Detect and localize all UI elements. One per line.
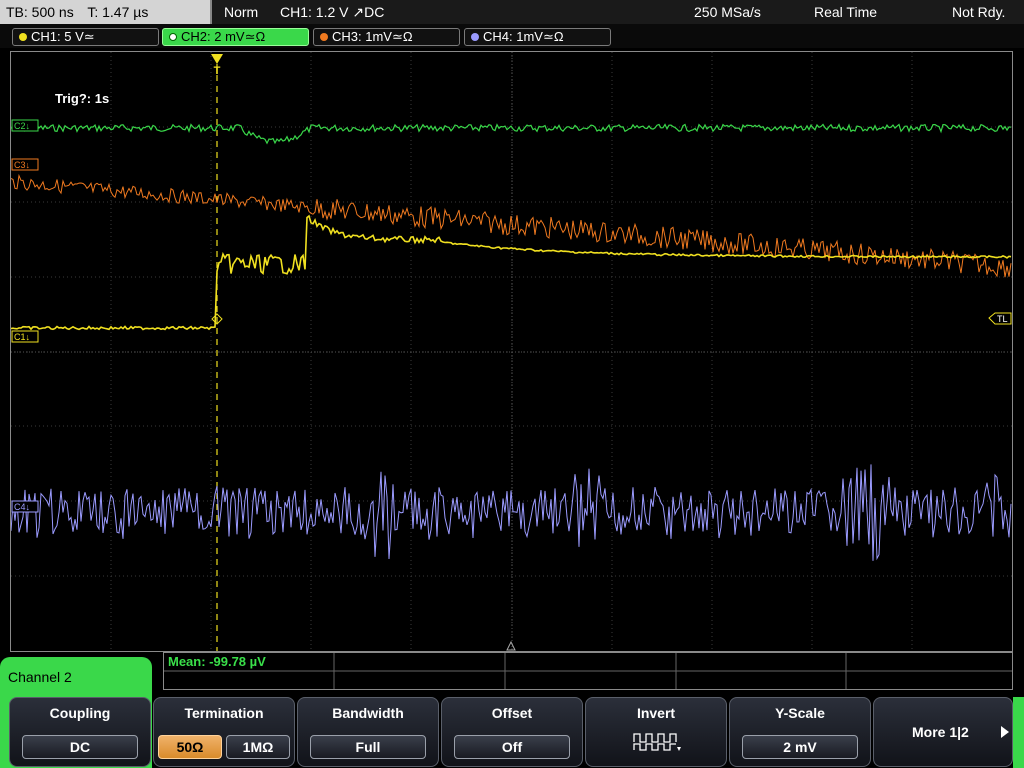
ch2-marker[interactable]: C2↓ xyxy=(11,119,39,132)
ch4-marker[interactable]: C4↓ xyxy=(11,500,39,513)
timebase-value: TB: 500 ns xyxy=(6,4,74,20)
trigger-source[interactable]: CH1: 1.2 V ↗DC xyxy=(280,0,384,24)
svg-text:C4↓: C4↓ xyxy=(14,502,30,512)
tab-ch1[interactable]: CH1: 5 V≃ xyxy=(12,28,159,46)
yscale-title: Y-Scale xyxy=(775,705,825,721)
offset-value[interactable]: Off xyxy=(454,735,570,759)
termination-softkey[interactable]: Termination 50Ω 1MΩ xyxy=(153,697,295,767)
bandwidth-value[interactable]: Full xyxy=(310,735,426,759)
arrow-right-icon xyxy=(1001,726,1009,738)
termination-50ohm-option[interactable]: 50Ω xyxy=(158,735,222,759)
tab-ch3[interactable]: CH3: 1mV≃Ω xyxy=(313,28,460,46)
ch1-marker[interactable]: C1↓ xyxy=(11,330,39,343)
ch3-dot-icon xyxy=(320,33,328,41)
more-label: More 1|2 xyxy=(912,724,969,740)
invert-title: Invert xyxy=(636,705,676,721)
waveform-display[interactable]: T C2↓ C3↓ C1↓ C4↓ TL Trig?: 1s xyxy=(10,51,1013,652)
trigger-time-value: T: 1.47 µs xyxy=(87,4,149,20)
termination-1mohm-option[interactable]: 1MΩ xyxy=(226,735,290,759)
ch2-dot-icon xyxy=(169,33,177,41)
svg-text:C3↓: C3↓ xyxy=(14,160,30,170)
center-marker-icon xyxy=(506,640,516,651)
acquisition-mode: Real Time xyxy=(814,4,878,20)
ch1-dot-icon xyxy=(19,33,27,41)
svg-text:TL: TL xyxy=(997,314,1008,324)
ch4-waveform xyxy=(11,464,1012,561)
offset-softkey[interactable]: Offset Off xyxy=(441,697,583,767)
trigger-mode[interactable]: Norm xyxy=(224,0,258,24)
ch3-waveform xyxy=(11,173,1012,278)
yscale-value[interactable]: 2 mV xyxy=(742,735,858,759)
waveform-canvas: T C2↓ C3↓ C1↓ C4↓ TL Trig?: 1s xyxy=(11,52,1012,651)
svg-text:C2↓: C2↓ xyxy=(14,121,30,131)
ch3-marker[interactable]: C3↓ xyxy=(11,158,39,171)
tab-ch2[interactable]: CH2: 2 mV≃Ω xyxy=(162,28,309,46)
coupling-softkey[interactable]: Coupling DC xyxy=(9,697,151,767)
coupling-title: Coupling xyxy=(49,705,111,721)
ch4-dot-icon xyxy=(471,33,479,41)
graticule xyxy=(11,52,1012,651)
trigger-position-marker[interactable]: T xyxy=(211,54,223,77)
measurement-panel[interactable] xyxy=(163,652,1013,690)
invert-pulse-icon xyxy=(633,733,681,751)
coupling-value[interactable]: DC xyxy=(22,735,138,759)
invert-softkey[interactable]: Invert xyxy=(585,697,727,767)
tab-ch4[interactable]: CH4: 1mV≃Ω xyxy=(464,28,611,46)
trigger-info: Trig?: 1s xyxy=(55,91,109,106)
ch1-label: CH1: 5 V≃ xyxy=(31,29,95,44)
termination-title: Termination xyxy=(184,705,264,721)
channel-menu-title: Channel 2 xyxy=(8,669,72,685)
yscale-softkey[interactable]: Y-Scale 2 mV xyxy=(729,697,871,767)
more-softkey[interactable]: More 1|2 xyxy=(873,697,1013,767)
acquisition-state: Not Rdy. xyxy=(952,4,1006,20)
menu-accent-bar xyxy=(1013,697,1024,768)
sample-rate: 250 MSa/s xyxy=(694,4,761,20)
ch2-label: CH2: 2 mV≃Ω xyxy=(181,29,266,44)
svg-text:T: T xyxy=(214,65,221,77)
bandwidth-softkey[interactable]: Bandwidth Full xyxy=(297,697,439,767)
timebase-box[interactable]: TB: 500 ns T: 1.47 µs xyxy=(0,0,212,24)
ch4-label: CH4: 1mV≃Ω xyxy=(483,29,564,44)
svg-text:C1↓: C1↓ xyxy=(14,332,30,342)
bandwidth-title: Bandwidth xyxy=(332,705,404,721)
ch3-label: CH3: 1mV≃Ω xyxy=(332,29,413,44)
ch1-waveform xyxy=(11,214,1012,331)
measurement-grid xyxy=(164,653,1012,689)
trigger-level-marker[interactable]: TL xyxy=(988,312,1012,325)
offset-title: Offset xyxy=(491,705,533,721)
mean-measurement: Mean: -99.78 µV xyxy=(168,654,266,669)
